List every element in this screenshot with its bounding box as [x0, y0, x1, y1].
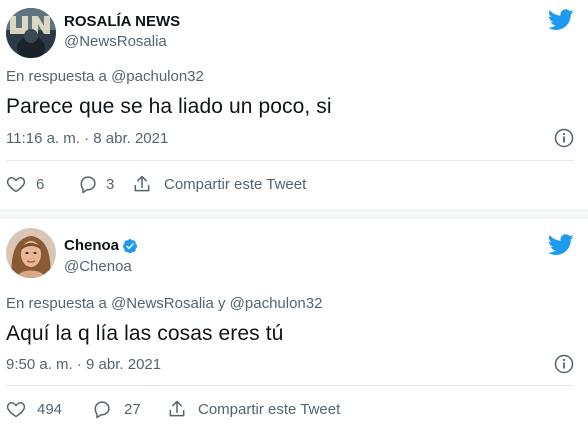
avatar[interactable]: [6, 228, 56, 278]
tweet-separator: [0, 210, 588, 218]
share-button[interactable]: Compartir este Tweet: [166, 399, 340, 419]
avatar[interactable]: [6, 8, 56, 58]
avatar-image: [6, 8, 56, 58]
reply-bubble-icon: [94, 401, 110, 419]
reply-count[interactable]: 27: [124, 401, 166, 418]
like-button[interactable]: [6, 399, 37, 419]
tweet-card[interactable]: Chenoa @Chenoa En respuesta a @NewsRosal…: [0, 218, 588, 425]
reply-count[interactable]: 3: [106, 176, 131, 193]
like-count[interactable]: 494: [37, 401, 92, 418]
like-count[interactable]: 6: [36, 176, 78, 193]
heart-icon: [6, 402, 26, 418]
like-button[interactable]: [6, 174, 36, 194]
heart-icon: [6, 177, 26, 193]
tweet-actions: 494 27 Compartir este Tweet: [6, 398, 340, 420]
reply-button[interactable]: [92, 399, 124, 419]
tweet-text: Parece que se ha liado un poco, si: [6, 95, 332, 118]
info-icon[interactable]: [554, 128, 574, 148]
tweet-text: Aquí la q lía las cosas eres tú: [6, 322, 284, 345]
tweet-timestamp[interactable]: 11:16 a. m. · 8 abr. 2021: [6, 130, 168, 147]
info-icon[interactable]: [554, 354, 574, 374]
reply-button[interactable]: [78, 174, 106, 194]
share-icon: [169, 400, 185, 417]
share-button[interactable]: Compartir este Tweet: [131, 174, 306, 194]
verified-badge-icon: [123, 239, 137, 254]
author-handle[interactable]: @Chenoa: [64, 258, 132, 275]
share-label: Compartir este Tweet: [198, 400, 341, 418]
share-icon: [134, 175, 150, 192]
author-name[interactable]: ROSALÍA NEWS: [64, 13, 180, 30]
tweet-actions: 6 3 Compartir este Tweet: [6, 173, 306, 195]
twitter-bird-icon[interactable]: [548, 234, 574, 256]
divider: [6, 160, 574, 161]
reply-bubble-icon: [80, 176, 96, 194]
divider: [6, 385, 574, 386]
avatar-image: [6, 228, 56, 278]
reply-to-label[interactable]: En respuesta a @NewsRosalia y @pachulon3…: [6, 295, 322, 312]
tweet-timestamp[interactable]: 9:50 a. m. · 9 abr. 2021: [6, 356, 161, 373]
tweet-card[interactable]: ROSALÍA NEWS @NewsRosalia En respuesta a…: [0, 0, 588, 210]
author-name[interactable]: Chenoa: [64, 237, 119, 254]
twitter-bird-icon[interactable]: [548, 9, 574, 31]
share-label: Compartir este Tweet: [164, 175, 307, 193]
reply-to-label[interactable]: En respuesta a @pachulon32: [6, 68, 204, 85]
author-handle[interactable]: @NewsRosalia: [64, 33, 167, 50]
